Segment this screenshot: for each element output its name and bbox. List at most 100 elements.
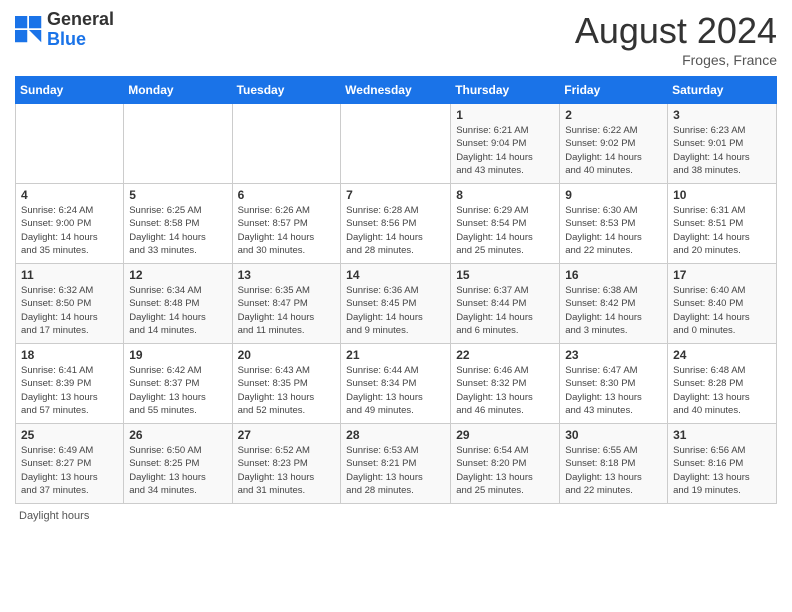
day-info: Sunrise: 6:36 AMSunset: 8:45 PMDaylight:… <box>346 284 445 337</box>
day-number: 31 <box>673 428 771 442</box>
day-of-week-header: Friday <box>560 77 668 104</box>
calendar-cell: 29Sunrise: 6:54 AMSunset: 8:20 PMDayligh… <box>451 424 560 504</box>
day-info: Sunrise: 6:44 AMSunset: 8:34 PMDaylight:… <box>346 364 445 417</box>
calendar-cell: 4Sunrise: 6:24 AMSunset: 9:00 PMDaylight… <box>16 184 124 264</box>
day-info: Sunrise: 6:47 AMSunset: 8:30 PMDaylight:… <box>565 364 662 417</box>
day-number: 17 <box>673 268 771 282</box>
day-number: 21 <box>346 348 445 362</box>
day-number: 24 <box>673 348 771 362</box>
calendar-cell: 21 Sunrise: 6:44 AMSunset: 8:34 PMDayligh… <box>341 344 451 424</box>
calendar-cell: 31Sunrise: 6:56 AMSunset: 8:16 PMDayligh… <box>668 424 777 504</box>
calendar-cell: 3 Sunrise: 6:23 AMSunset: 9:01 PMDaylight… <box>668 104 777 184</box>
calendar-cell <box>16 104 124 184</box>
calendar-cell: 27Sunrise: 6:52 AMSunset: 8:23 PMDayligh… <box>232 424 341 504</box>
month-year-title: August 2024 <box>575 10 777 52</box>
calendar-cell: 6Sunrise: 6:26 AMSunset: 8:57 PMDaylight… <box>232 184 341 264</box>
calendar-cell: 15 Sunrise: 6:37 AMSunset: 8:44 PMDayligh… <box>451 264 560 344</box>
day-info: Sunrise: 6:22 AMSunset: 9:02 PMDaylight:… <box>565 124 662 177</box>
day-number: 28 <box>346 428 445 442</box>
day-info: Sunrise: 6:53 AMSunset: 8:21 PMDaylight:… <box>346 444 445 497</box>
calendar-cell: 13Sunrise: 6:35 AMSunset: 8:47 PMDayligh… <box>232 264 341 344</box>
day-info: Sunrise: 6:23 AMSunset: 9:01 PMDaylight:… <box>673 124 771 177</box>
calendar-cell: 14 Sunrise: 6:36 AMSunset: 8:45 PMDayligh… <box>341 264 451 344</box>
day-info: Sunrise: 6:21 AMSunset: 9:04 PMDaylight:… <box>456 124 554 177</box>
day-info: Sunrise: 6:31 AMSunset: 8:51 PMDaylight:… <box>673 204 771 257</box>
calendar-cell: 23 Sunrise: 6:47 AMSunset: 8:30 PMDayligh… <box>560 344 668 424</box>
day-number: 29 <box>456 428 554 442</box>
logo-general-text: General <box>47 9 114 29</box>
day-info: Sunrise: 6:42 AMSunset: 8:37 PMDaylight:… <box>129 364 226 417</box>
day-number: 13 <box>238 268 336 282</box>
calendar-cell: 20 Sunrise: 6:43 AMSunset: 8:35 PMDayligh… <box>232 344 341 424</box>
day-of-week-header: Wednesday <box>341 77 451 104</box>
logo-icon <box>15 16 43 44</box>
calendar-cell: 5 Sunrise: 6:25 AMSunset: 8:58 PMDaylight… <box>124 184 232 264</box>
day-info: Sunrise: 6:48 AMSunset: 8:28 PMDaylight:… <box>673 364 771 417</box>
daylight-label: Daylight hours <box>19 510 89 522</box>
logo: General Blue <box>15 10 114 50</box>
day-number: 14 <box>346 268 445 282</box>
calendar-week-row: 1Sunrise: 6:21 AMSunset: 9:04 PMDaylight… <box>16 104 777 184</box>
day-number: 26 <box>129 428 226 442</box>
calendar-table: SundayMondayTuesdayWednesdayThursdayFrid… <box>15 76 777 504</box>
day-number: 19 <box>129 348 226 362</box>
day-number: 20 <box>238 348 336 362</box>
day-number: 30 <box>565 428 662 442</box>
calendar-cell: 11 Sunrise: 6:32 AMSunset: 8:50 PMDayligh… <box>16 264 124 344</box>
day-info: Sunrise: 6:41 AMSunset: 8:39 PMDaylight:… <box>21 364 118 417</box>
day-info: Sunrise: 6:34 AMSunset: 8:48 PMDaylight:… <box>129 284 226 337</box>
day-info: Sunrise: 6:37 AMSunset: 8:44 PMDaylight:… <box>456 284 554 337</box>
calendar-week-row: 4Sunrise: 6:24 AMSunset: 9:00 PMDaylight… <box>16 184 777 264</box>
day-info: Sunrise: 6:50 AMSunset: 8:25 PMDaylight:… <box>129 444 226 497</box>
day-number: 22 <box>456 348 554 362</box>
day-info: Sunrise: 6:29 AMSunset: 8:54 PMDaylight:… <box>456 204 554 257</box>
calendar-cell <box>124 104 232 184</box>
day-number: 25 <box>21 428 118 442</box>
day-info: Sunrise: 6:52 AMSunset: 8:23 PMDaylight:… <box>238 444 336 497</box>
day-of-week-header: Saturday <box>668 77 777 104</box>
calendar-cell: 22 Sunrise: 6:46 AMSunset: 8:32 PMDayligh… <box>451 344 560 424</box>
calendar-cell: 28 Sunrise: 6:53 AMSunset: 8:21 PMDayligh… <box>341 424 451 504</box>
day-number: 10 <box>673 188 771 202</box>
day-number: 18 <box>21 348 118 362</box>
calendar-cell: 10 Sunrise: 6:31 AMSunset: 8:51 PMDayligh… <box>668 184 777 264</box>
day-number: 2 <box>565 108 662 122</box>
calendar-cell: 12 Sunrise: 6:34 AMSunset: 8:48 PMDayligh… <box>124 264 232 344</box>
day-info: Sunrise: 6:32 AMSunset: 8:50 PMDaylight:… <box>21 284 118 337</box>
day-info: Sunrise: 6:55 AMSunset: 8:18 PMDaylight:… <box>565 444 662 497</box>
title-block: August 2024 Froges, France <box>575 10 777 68</box>
day-number: 23 <box>565 348 662 362</box>
calendar-cell: 8Sunrise: 6:29 AMSunset: 8:54 PMDaylight… <box>451 184 560 264</box>
day-info: Sunrise: 6:38 AMSunset: 8:42 PMDaylight:… <box>565 284 662 337</box>
calendar-cell: 9Sunrise: 6:30 AMSunset: 8:53 PMDaylight… <box>560 184 668 264</box>
page-header: General Blue August 2024 Froges, France <box>15 10 777 68</box>
day-number: 5 <box>129 188 226 202</box>
day-info: Sunrise: 6:43 AMSunset: 8:35 PMDaylight:… <box>238 364 336 417</box>
day-number: 11 <box>21 268 118 282</box>
day-number: 15 <box>456 268 554 282</box>
day-info: Sunrise: 6:30 AMSunset: 8:53 PMDaylight:… <box>565 204 662 257</box>
day-of-week-header: Sunday <box>16 77 124 104</box>
day-info: Sunrise: 6:46 AMSunset: 8:32 PMDaylight:… <box>456 364 554 417</box>
calendar-cell <box>341 104 451 184</box>
calendar-cell: 26 Sunrise: 6:50 AMSunset: 8:25 PMDayligh… <box>124 424 232 504</box>
day-of-week-header: Tuesday <box>232 77 341 104</box>
day-number: 6 <box>238 188 336 202</box>
calendar-week-row: 18 Sunrise: 6:41 AMSunset: 8:39 PMDayligh… <box>16 344 777 424</box>
calendar-cell: 17 Sunrise: 6:40 AMSunset: 8:40 PMDayligh… <box>668 264 777 344</box>
day-number: 3 <box>673 108 771 122</box>
calendar-cell: 7Sunrise: 6:28 AMSunset: 8:56 PMDaylight… <box>341 184 451 264</box>
calendar-cell: 24 Sunrise: 6:48 AMSunset: 8:28 PMDayligh… <box>668 344 777 424</box>
day-info: Sunrise: 6:40 AMSunset: 8:40 PMDaylight:… <box>673 284 771 337</box>
day-of-week-header: Thursday <box>451 77 560 104</box>
footer: Daylight hours <box>15 510 777 522</box>
day-info: Sunrise: 6:25 AMSunset: 8:58 PMDaylight:… <box>129 204 226 257</box>
calendar-cell: 18 Sunrise: 6:41 AMSunset: 8:39 PMDayligh… <box>16 344 124 424</box>
day-number: 12 <box>129 268 226 282</box>
calendar-header-row: SundayMondayTuesdayWednesdayThursdayFrid… <box>16 77 777 104</box>
day-number: 4 <box>21 188 118 202</box>
day-info: Sunrise: 6:28 AMSunset: 8:56 PMDaylight:… <box>346 204 445 257</box>
calendar-week-row: 11 Sunrise: 6:32 AMSunset: 8:50 PMDayligh… <box>16 264 777 344</box>
calendar-cell: 19 Sunrise: 6:42 AMSunset: 8:37 PMDayligh… <box>124 344 232 424</box>
calendar-cell: 2 Sunrise: 6:22 AMSunset: 9:02 PMDaylight… <box>560 104 668 184</box>
